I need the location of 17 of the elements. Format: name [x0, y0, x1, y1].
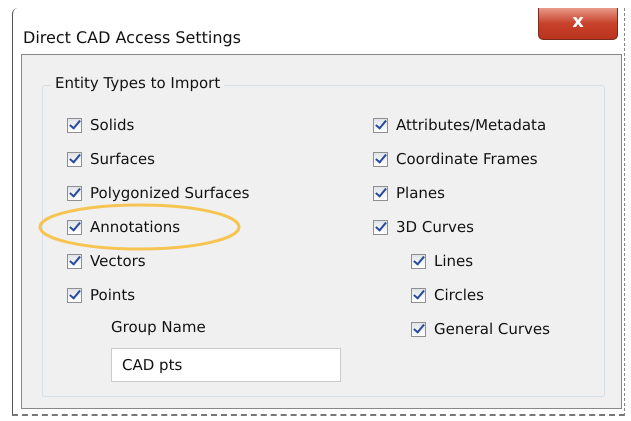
checkbox[interactable]: Planes: [373, 184, 445, 202]
checkbox[interactable]: Surfaces: [67, 150, 155, 168]
group-name-label: Group Name: [111, 318, 207, 338]
checkbox[interactable]: Solids: [67, 116, 134, 134]
checkbox[interactable]: Attributes/Metadata: [373, 116, 546, 134]
checkbox[interactable]: Circles: [411, 286, 484, 304]
checkbox[interactable]: General Curves: [411, 320, 550, 338]
checkbox[interactable]: Polygonized Surfaces: [67, 184, 250, 202]
close-button[interactable]: x: [538, 8, 618, 40]
checkbox[interactable]: Lines: [411, 252, 474, 270]
group-name-field[interactable]: CAD pts: [111, 348, 341, 382]
window-title: Direct CAD Access Settings: [23, 28, 241, 47]
checkbox[interactable]: Vectors: [67, 252, 146, 270]
checkbox[interactable]: Points: [67, 286, 136, 304]
group-title: Entity Types to Import: [51, 74, 224, 92]
checkbox[interactable]: 3D Curves: [373, 218, 474, 236]
checkbox[interactable]: Coordinate Frames: [373, 150, 538, 168]
